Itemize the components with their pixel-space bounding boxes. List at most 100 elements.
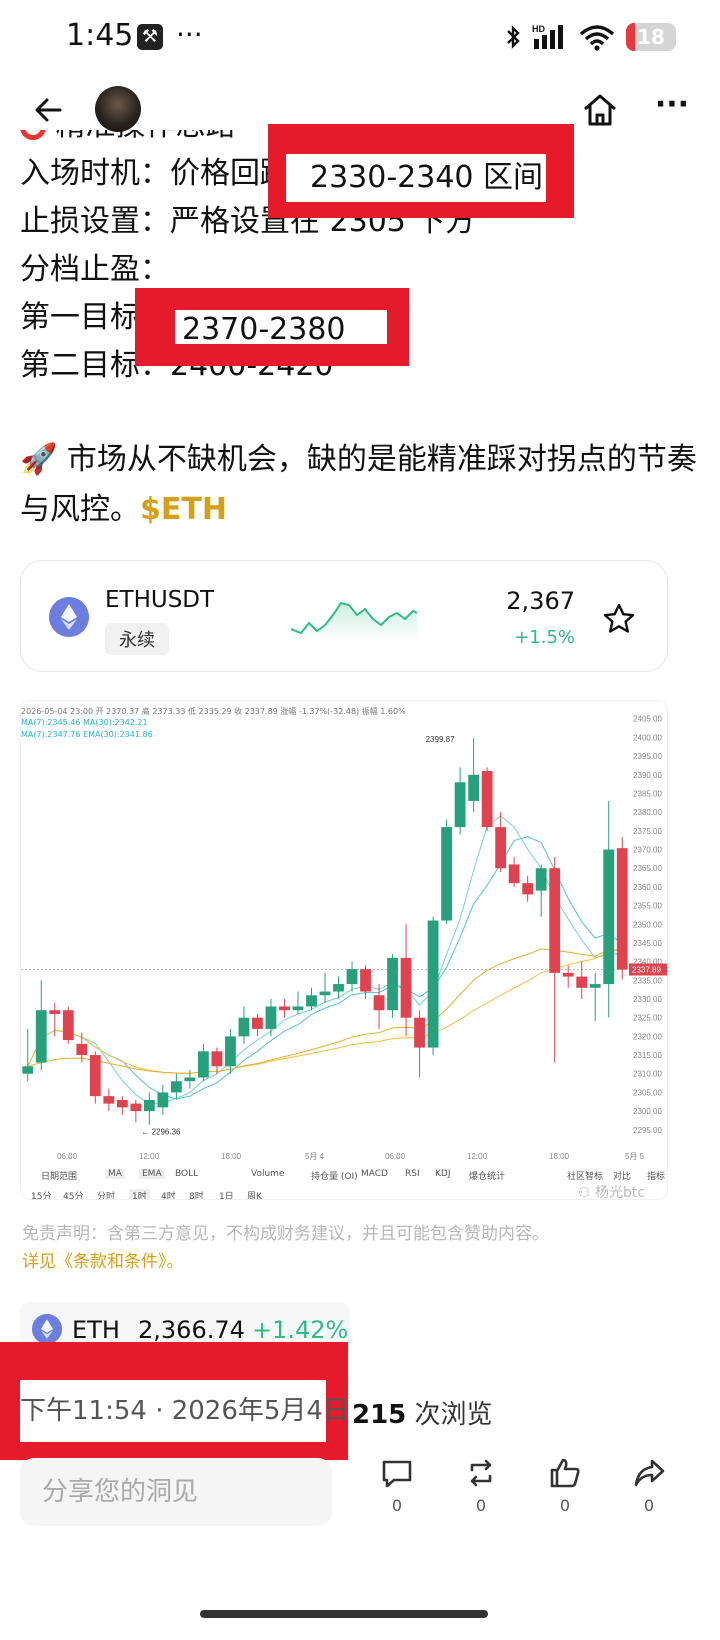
y-tick-label: 2300.00 [633, 1107, 662, 1116]
status-time: 1:45 [66, 18, 134, 53]
candle-body [252, 1017, 263, 1029]
candle-body [238, 1017, 250, 1037]
y-tick-label: 2365.00 [633, 864, 662, 873]
card-price: 2,367 [506, 587, 575, 615]
battery-icon: 18 [626, 23, 676, 51]
chart-indicator-toolbar: 日期范围 MA EMA BOLL Volume 持仓量 (OI) MACD RSI KDJ 爆仓统… [21, 1169, 667, 1185]
candle-body [373, 995, 385, 1011]
eth-row-symbol: ETH [72, 1316, 120, 1344]
candle-body [103, 1096, 115, 1104]
toolbar-item[interactable]: 持仓量 (OI) [311, 1169, 358, 1182]
share-input[interactable]: 分享您的洞见 [20, 1458, 332, 1526]
terms-link[interactable]: 详见《条款和条件》。 [22, 1248, 662, 1276]
highlight-text-2: 2370-2380 [182, 312, 346, 347]
toolbar-item[interactable]: 爆仓统计 [469, 1169, 505, 1182]
interval-item[interactable]: 1日 [219, 1189, 234, 1199]
toolbar-item[interactable]: MACD [361, 1169, 388, 1179]
chart-ma-legend-2: MA(7):2347.76 EMA(30):2341.86 [21, 730, 153, 739]
more-button[interactable]: ··· [650, 90, 694, 130]
interval-item[interactable]: 1时 [129, 1189, 150, 1199]
candle-body [279, 1006, 290, 1011]
watermark: ⚇ 杨光btc [578, 1185, 646, 1201]
share-button[interactable]: 0 [624, 1456, 674, 1515]
star-icon[interactable] [601, 601, 637, 637]
candle-body [157, 1092, 169, 1108]
back-button[interactable] [30, 90, 70, 130]
interval-item[interactable]: 15分 [31, 1189, 51, 1199]
toolbar-item[interactable]: MA [105, 1169, 125, 1179]
y-tick-label: 2325.00 [633, 1014, 662, 1023]
y-tick-label: 2345.00 [633, 939, 662, 948]
x-tick-label: 18:00 [549, 1152, 570, 1161]
candle-body [346, 969, 358, 985]
interval-item[interactable]: 周K [247, 1189, 262, 1199]
toolbar-item[interactable]: 日期范围 [41, 1169, 77, 1182]
post-line-takeprofit: 分档止盈： [20, 252, 170, 287]
candle-body [49, 1010, 61, 1014]
like-button[interactable]: 0 [540, 1456, 590, 1515]
interval-item[interactable]: 45分 [63, 1189, 83, 1199]
candle-body [265, 1006, 277, 1029]
x-tick-label: 18:00 [221, 1152, 242, 1161]
rocket-emoji-icon: 🚀 [20, 442, 58, 477]
ticker-card[interactable]: ETHUSDT 永续 2,367 +1.5% [20, 560, 668, 672]
y-tick-label: 2355.00 [633, 902, 662, 911]
y-tick-label: 2385.00 [633, 789, 662, 798]
candle-body [454, 782, 466, 828]
toolbar-item[interactable]: EMA [139, 1169, 165, 1179]
comment-button[interactable]: 0 [372, 1456, 422, 1515]
candle-body [522, 883, 534, 895]
candle-body [35, 1010, 47, 1063]
low-price-label: ← 2296.36 [141, 1128, 181, 1137]
card-change: +1.5% [514, 627, 575, 648]
toolbar-item[interactable]: KDJ [435, 1169, 451, 1179]
share-icon [634, 1459, 665, 1487]
toolbar-item[interactable]: 对比 [613, 1169, 631, 1182]
last-price-label: 2337.89 [632, 966, 661, 975]
candle-body [170, 1081, 182, 1093]
toolbar-item[interactable]: 指标 [647, 1169, 665, 1182]
eth-logo-icon [49, 597, 89, 637]
x-tick-label: 5月 4 [305, 1152, 325, 1161]
repost-button[interactable]: 0 [456, 1456, 506, 1515]
cashtag-link[interactable]: $ETH [140, 492, 227, 527]
home-indicator [200, 1610, 488, 1618]
status-dots: ··· [176, 18, 203, 51]
candle-body [130, 1103, 142, 1112]
toolbar-item[interactable]: RSI [405, 1169, 420, 1179]
y-tick-label: 2370.00 [633, 846, 662, 855]
kline-chart[interactable]: 2405.00 2400.00 2395.00 2390.00 2385.00 2380.… [20, 700, 668, 1200]
comment-icon [382, 1460, 412, 1488]
toolbar-item[interactable]: Volume [251, 1169, 284, 1179]
chart-interval-toolbar: 15分 45分 分时 1时 4时 8时 1日 周K [21, 1189, 667, 1199]
author-avatar[interactable] [95, 86, 141, 132]
post-timestamp: 下午11:54 · 2026年5月4日 [20, 1396, 349, 1426]
candle-body [481, 771, 493, 828]
candle-body [603, 849, 615, 985]
disclaimer: 免责声明：含第三方意见，不构成财务建议，并且可能包含赞助内容。 详见《条款和条件… [22, 1220, 662, 1276]
home-button[interactable] [580, 90, 620, 130]
status-icons: HD 18 [504, 22, 676, 52]
y-tick-label: 2380.00 [633, 808, 662, 817]
candle-body [508, 864, 520, 884]
x-tick-label: 12:00 [467, 1152, 488, 1161]
candle-body [400, 957, 412, 1018]
candle-body [616, 848, 628, 970]
ma5-line [27, 815, 623, 1105]
candle-body [116, 1099, 128, 1108]
toolbar-item[interactable]: 社区智标 [567, 1169, 603, 1182]
candle-body [495, 827, 507, 869]
y-tick-label: 2335.00 [633, 976, 662, 985]
toolbar-item[interactable]: BOLL [175, 1169, 198, 1179]
interval-item[interactable]: 8时 [189, 1189, 204, 1199]
interval-item[interactable]: 分时 [97, 1189, 115, 1199]
candle-body [562, 972, 574, 977]
candle-body [427, 920, 439, 1048]
interval-item[interactable]: 4时 [161, 1189, 176, 1199]
x-tick-label: 12:00 [139, 1152, 160, 1161]
y-tick-label: 2330.00 [633, 995, 662, 1004]
disclaimer-text: 免责声明：含第三方意见，不构成财务建议，并且可能包含赞助内容。 [22, 1224, 549, 1244]
kline-chart-canvas: 2405.00 2400.00 2395.00 2390.00 2385.00 2380.… [21, 715, 667, 1161]
eth-logo-icon [32, 1314, 62, 1344]
card-symbol: ETHUSDT [105, 587, 215, 613]
